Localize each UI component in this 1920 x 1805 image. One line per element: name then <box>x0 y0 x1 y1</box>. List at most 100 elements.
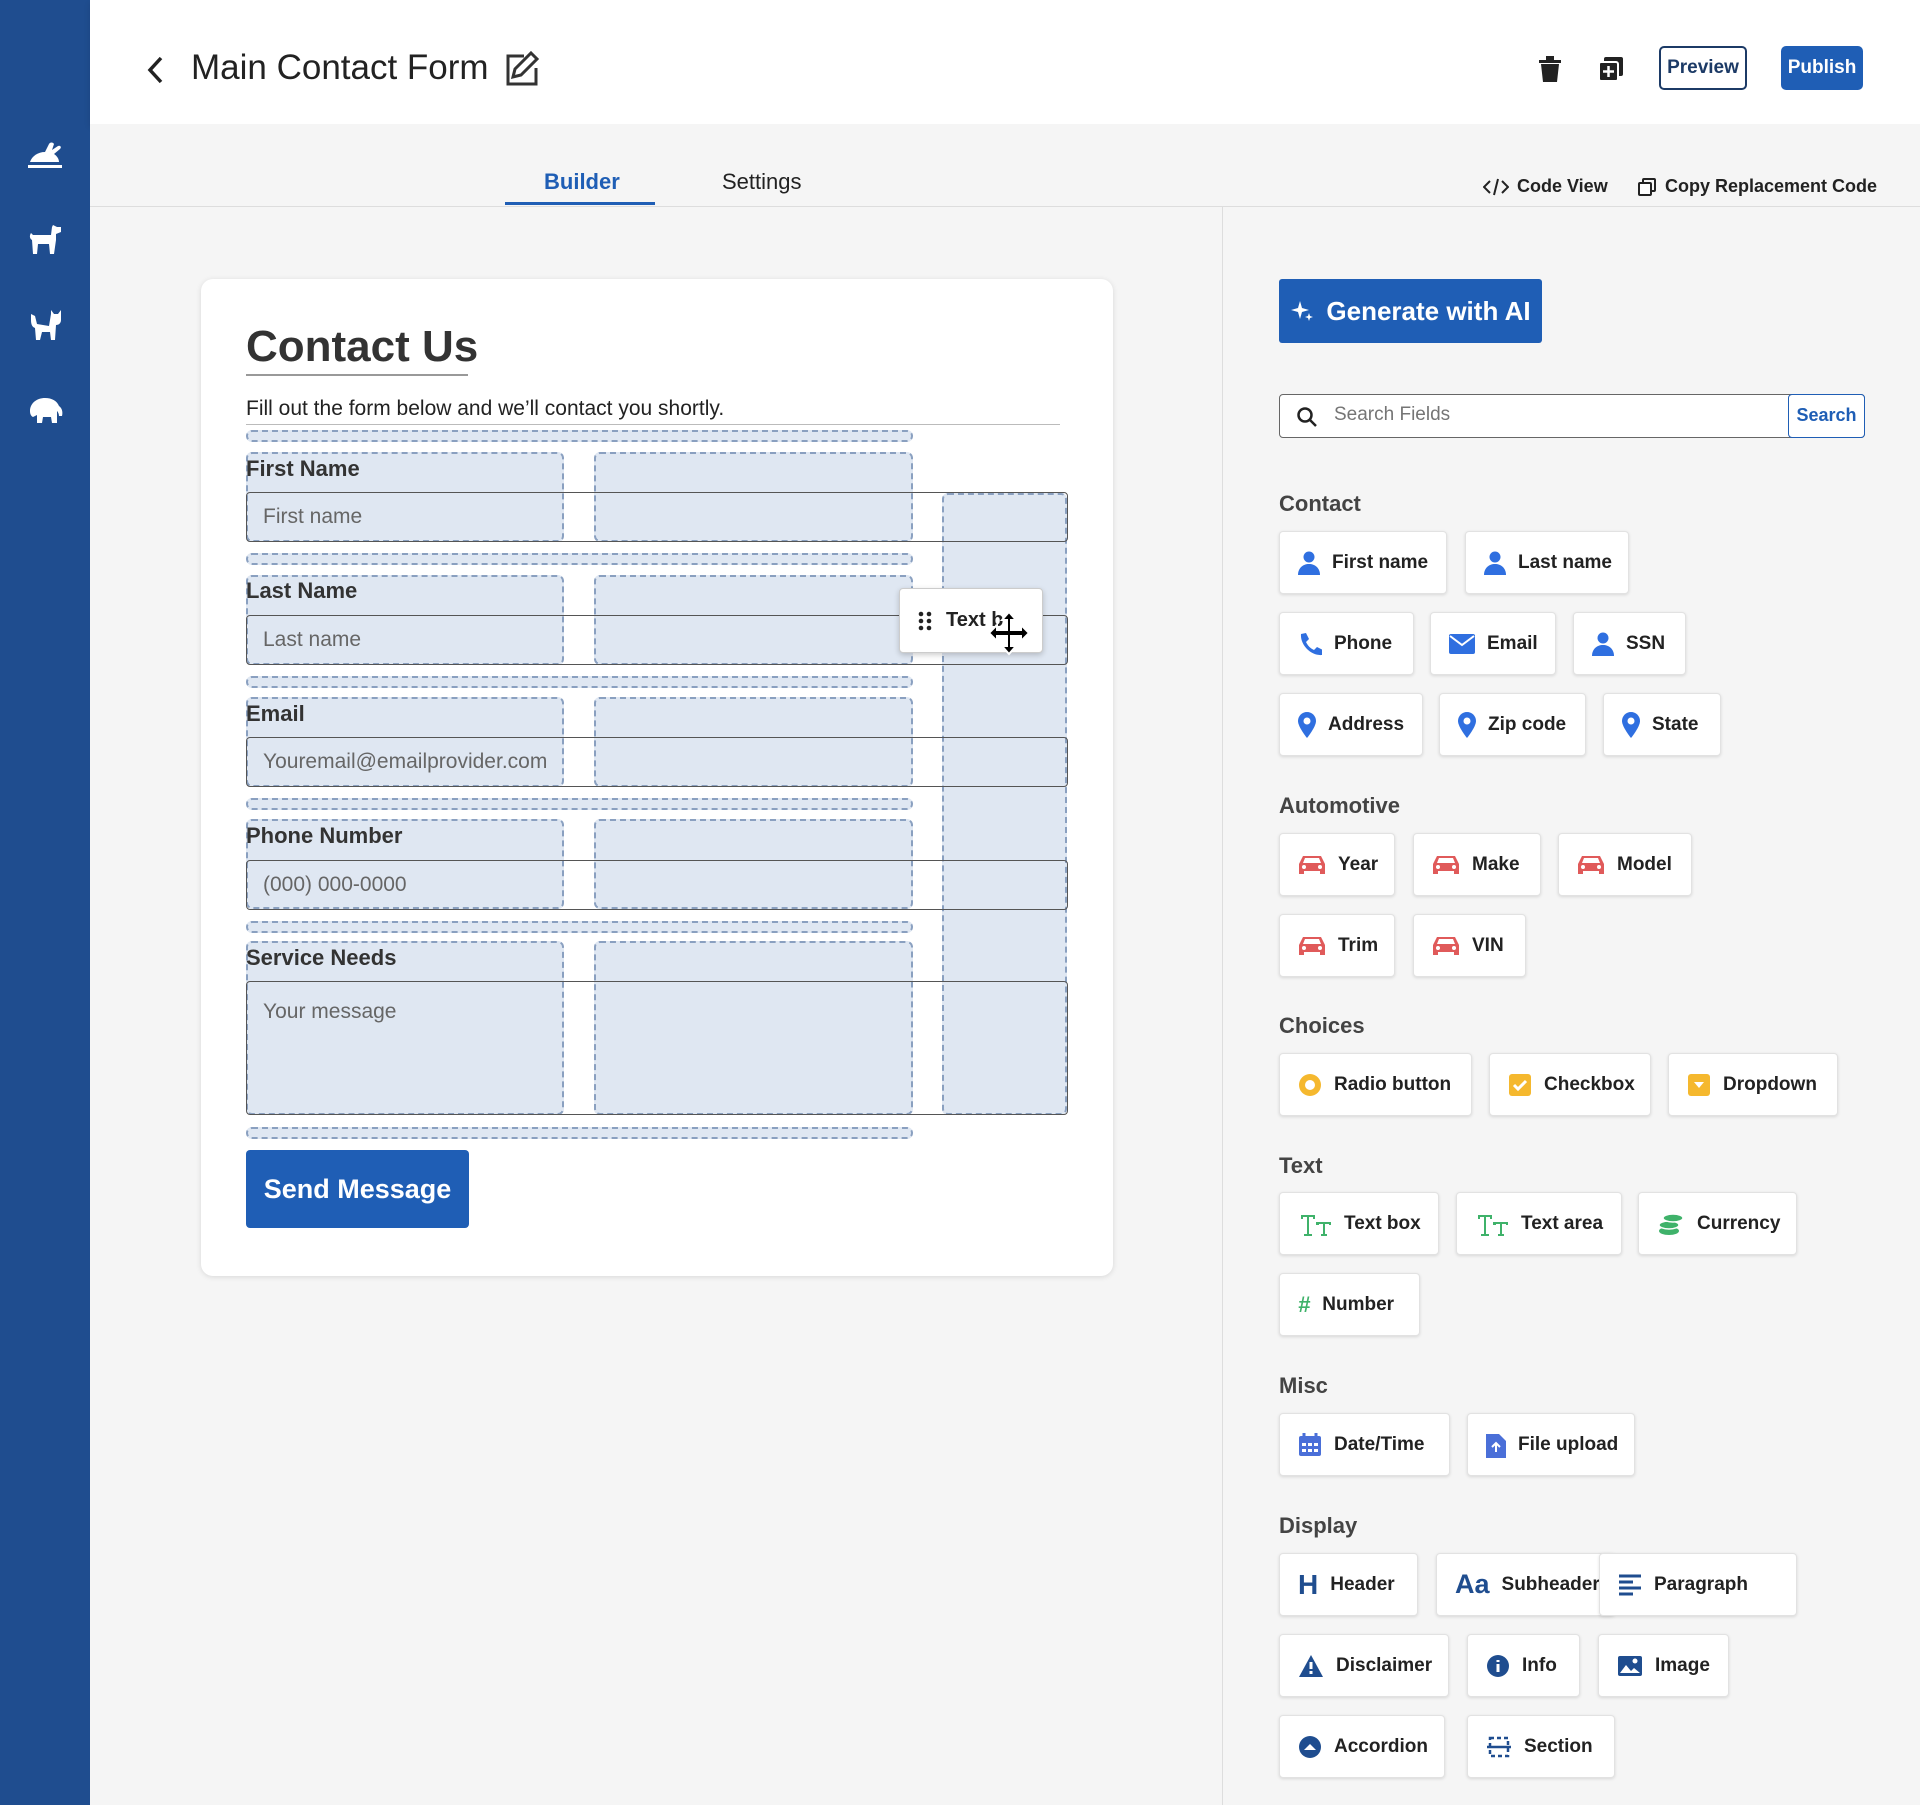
category-automotive: Automotive <box>1279 793 1400 818</box>
field-label: Phone Number <box>246 823 403 848</box>
field-chip-paragraph[interactable]: Paragraph <box>1599 1553 1797 1616</box>
field-placeholder: Your message <box>263 1000 397 1023</box>
send-message-button[interactable]: Send Message <box>246 1150 469 1228</box>
field-chip-last-name[interactable]: Last name <box>1465 531 1629 594</box>
top-bar: Main Contact Form Preview Publish <box>90 0 1920 124</box>
code-view-label: Code View <box>1517 176 1608 196</box>
paragraph-lines-icon <box>1619 1574 1641 1595</box>
field-chip-trim[interactable]: Trim <box>1279 914 1395 977</box>
radio-icon <box>1299 1073 1321 1096</box>
field-chip-make[interactable]: Make <box>1413 833 1541 896</box>
field-chip-first-name[interactable]: First name <box>1279 531 1447 594</box>
form-title[interactable]: Contact Us <box>246 322 478 372</box>
search-icon <box>1297 407 1317 427</box>
duplicate-icon[interactable] <box>1595 52 1627 86</box>
car-icon <box>1299 855 1325 874</box>
field-chip-year[interactable]: Year <box>1279 833 1395 896</box>
row-drop-zone[interactable] <box>246 676 913 688</box>
category-text: Text <box>1279 1153 1323 1178</box>
move-cursor-icon <box>987 610 1031 656</box>
chip-label: Date/Time <box>1334 1433 1425 1455</box>
field-chip-subheader[interactable]: Aa Subheader <box>1436 1553 1615 1616</box>
hash-icon: # <box>1298 1291 1311 1317</box>
field-placeholder: (000) 000-0000 <box>263 873 407 896</box>
tab-settings[interactable]: Settings <box>722 169 802 195</box>
chip-label: File upload <box>1518 1433 1619 1455</box>
copy-code-link[interactable]: Copy Replacement Code <box>1637 176 1877 197</box>
field-chip-zip-code[interactable]: Zip code <box>1439 693 1586 756</box>
dog-icon[interactable] <box>24 218 66 260</box>
font-aa-icon: Aa <box>1455 1569 1490 1599</box>
chip-label: Radio button <box>1334 1073 1452 1095</box>
field-chip-checkbox[interactable]: Checkbox <box>1489 1053 1651 1116</box>
location-pin-icon <box>1458 711 1476 738</box>
field-chip-vin[interactable]: VIN <box>1413 914 1526 977</box>
category-choices: Choices <box>1279 1013 1365 1038</box>
field-chip-address[interactable]: Address <box>1279 693 1423 756</box>
field-chip-file-upload[interactable]: File upload <box>1467 1413 1635 1476</box>
back-chevron-icon[interactable] <box>140 52 170 88</box>
field-chip-image[interactable]: Image <box>1598 1634 1729 1697</box>
elephant-icon[interactable] <box>24 390 66 432</box>
trash-icon[interactable] <box>1534 52 1566 86</box>
search-input[interactable] <box>1334 395 1774 435</box>
row-drop-zone[interactable] <box>246 921 913 933</box>
text-type-icon <box>1299 1214 1331 1236</box>
subtitle-divider <box>246 424 1060 425</box>
active-tab-indicator <box>505 202 655 205</box>
rabbit-icon[interactable] <box>24 132 66 174</box>
field-chip-text-area[interactable]: Text area <box>1456 1192 1622 1255</box>
generate-ai-button[interactable]: Generate with AI <box>1279 279 1542 343</box>
field-chip-dropdown[interactable]: Dropdown <box>1668 1053 1838 1116</box>
search-button[interactable]: Search <box>1788 393 1865 438</box>
field-label: Email <box>246 701 305 726</box>
cat-icon[interactable] <box>24 304 66 346</box>
row-drop-zone[interactable] <box>246 553 913 565</box>
chip-label: Disclaimer <box>1336 1654 1433 1676</box>
field-chip-state[interactable]: State <box>1603 693 1721 756</box>
chip-label: Subheader <box>1501 1573 1600 1595</box>
form-subtitle[interactable]: Fill out the form below and we’ll contac… <box>246 397 724 421</box>
field-chip-disclaimer[interactable]: Disclaimer <box>1279 1634 1449 1697</box>
field-chip-text-box[interactable]: Text box <box>1279 1192 1439 1255</box>
row-drop-zone[interactable] <box>246 1127 913 1139</box>
person-icon <box>1592 632 1614 656</box>
accordion-icon <box>1299 1735 1321 1758</box>
chip-label: Dropdown <box>1723 1073 1817 1095</box>
field-chip-currency[interactable]: Currency <box>1638 1192 1797 1255</box>
tab-builder[interactable]: Builder <box>544 169 620 195</box>
location-pin-icon <box>1622 711 1640 738</box>
edit-pencil-icon[interactable] <box>502 50 540 88</box>
field-chip-info[interactable]: Info <box>1467 1634 1580 1697</box>
field-chip-number[interactable]: # Number <box>1279 1273 1420 1336</box>
row-drop-zone[interactable] <box>246 430 913 442</box>
field-chip-accordion[interactable]: Accordion <box>1279 1715 1445 1778</box>
chip-label: Image <box>1655 1654 1710 1676</box>
page-title: Main Contact Form <box>191 48 489 87</box>
field-chip-ssn[interactable]: SSN <box>1573 612 1686 675</box>
first-name-input[interactable] <box>246 492 1068 542</box>
chip-label: Year <box>1338 853 1379 875</box>
car-icon <box>1578 855 1604 874</box>
car-icon <box>1433 936 1459 955</box>
field-chip-phone[interactable]: Phone <box>1279 612 1414 675</box>
field-chip-header[interactable]: H Header <box>1279 1553 1418 1616</box>
row-drop-zone[interactable] <box>246 798 913 810</box>
person-icon <box>1298 551 1320 575</box>
field-chip-section[interactable]: Section <box>1467 1715 1615 1778</box>
preview-button[interactable]: Preview <box>1659 46 1747 90</box>
chip-label: Email <box>1487 632 1538 654</box>
tabs-bar: Builder Settings Code View Copy Replacem… <box>90 124 1920 207</box>
field-chip-radio-button[interactable]: Radio button <box>1279 1053 1472 1116</box>
chip-label: SSN <box>1626 632 1666 654</box>
field-chip-email[interactable]: Email <box>1430 612 1556 675</box>
field-placeholder: First name <box>263 505 363 528</box>
publish-button[interactable]: Publish <box>1781 46 1863 90</box>
field-chip-date-time[interactable]: Date/Time <box>1279 1413 1450 1476</box>
coins-icon <box>1658 1212 1684 1235</box>
chip-label: Info <box>1522 1654 1557 1676</box>
title-underline <box>246 374 468 376</box>
code-view-link[interactable]: Code View <box>1483 176 1608 197</box>
chip-label: Checkbox <box>1544 1073 1635 1095</box>
field-chip-model[interactable]: Model <box>1558 833 1692 896</box>
